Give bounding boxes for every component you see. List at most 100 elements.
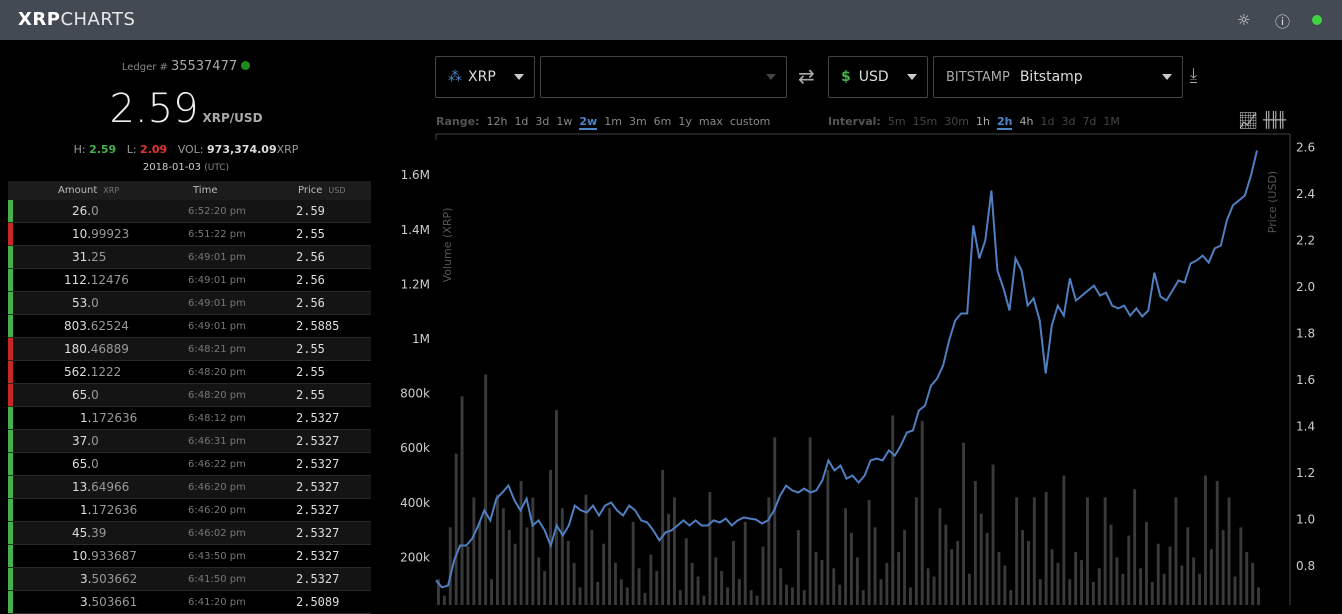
volume-bar <box>785 584 788 605</box>
price-tick-label: 1.8 <box>1296 327 1315 341</box>
volume-bar <box>968 573 971 605</box>
volume-bar <box>690 562 694 605</box>
volume-bar <box>979 513 983 605</box>
volume-bar <box>702 595 706 605</box>
volume-bar <box>466 546 470 605</box>
volume-bar <box>1145 521 1148 605</box>
volume-bar <box>956 541 960 605</box>
volume-bar <box>566 541 570 605</box>
volume-tick-label: 400k <box>400 496 430 510</box>
volume-tick-label: 1.2M <box>401 277 430 291</box>
price-tick-label: 0.8 <box>1296 559 1315 573</box>
volume-bar <box>507 530 511 605</box>
volume-bar <box>1056 562 1060 605</box>
volume-bar <box>932 576 936 605</box>
volume-bar <box>814 551 818 605</box>
volume-bar <box>826 470 830 605</box>
price-tick-label: 2.6 <box>1296 141 1315 155</box>
volume-bar <box>914 497 918 605</box>
volume-bar <box>1257 587 1260 605</box>
volume-bar <box>755 595 759 605</box>
volume-bar <box>973 480 977 605</box>
volume-bar <box>1198 573 1201 605</box>
price-volume-chart: 200k 400k 600k 800k 1M 1.2M 1.4M 1.6M 0.8 1.0 1.2 1… <box>400 133 1315 605</box>
volume-bar <box>1103 497 1107 605</box>
volume-bar <box>1015 497 1019 605</box>
volume-bar <box>732 541 735 605</box>
volume-bar <box>1109 524 1113 605</box>
volume-bar <box>749 590 753 605</box>
volume-bar <box>944 524 948 605</box>
volume-bar <box>484 374 488 605</box>
volume-tick-label: 1M <box>412 332 430 346</box>
volume-bar <box>673 497 676 605</box>
volume-bar <box>448 527 452 605</box>
volume-bar <box>442 595 446 605</box>
volume-bar <box>549 470 552 605</box>
volume-bar <box>501 508 505 605</box>
volume-bar <box>1050 549 1054 605</box>
price-tick-label: 2.2 <box>1296 234 1315 248</box>
volume-bar <box>637 568 641 605</box>
volume-bar <box>560 508 564 605</box>
volume-bar <box>820 560 824 605</box>
volume-bar <box>1180 565 1184 605</box>
volume-tick-label: 1.4M <box>401 223 430 237</box>
volume-bar <box>838 584 842 605</box>
volume-bar <box>667 513 670 605</box>
volume-bar <box>1150 581 1154 605</box>
volume-bar <box>796 530 800 605</box>
volume-bar <box>1068 579 1072 605</box>
volume-bar <box>555 409 558 605</box>
volume-bar <box>643 592 647 605</box>
volume-bar <box>832 568 836 605</box>
volume-bar <box>602 543 606 605</box>
volume-bar <box>962 442 965 605</box>
volume-bar <box>1233 576 1237 605</box>
volume-bar <box>490 579 493 605</box>
volume-bar <box>726 587 729 605</box>
volume-bar <box>454 453 458 605</box>
volume-bar <box>1009 590 1013 605</box>
volume-bar <box>885 562 889 605</box>
volume-bar <box>478 521 482 605</box>
volume-tick-label: 800k <box>400 387 430 401</box>
volume-bar <box>737 579 741 605</box>
volume-bar <box>1251 562 1255 605</box>
volume-bar <box>1115 557 1119 605</box>
volume-axis-title: Volume (XRP) <box>441 208 454 283</box>
volume-bar <box>903 530 906 605</box>
volume-bar <box>867 500 871 605</box>
volume-bar <box>802 590 806 605</box>
volume-bar <box>655 571 659 605</box>
volume-bar <box>873 527 877 605</box>
volume-bar <box>844 508 847 605</box>
volume-bar <box>537 557 541 605</box>
volume-bar <box>1227 497 1231 605</box>
volume-bar <box>773 437 777 605</box>
volume-bar <box>578 587 582 605</box>
volume-bar <box>1032 497 1036 605</box>
volume-bar <box>596 581 600 605</box>
volume-bar <box>519 480 523 605</box>
volume-bar <box>496 494 499 605</box>
volume-tick-label: 200k <box>400 550 430 564</box>
volume-bar <box>1139 568 1142 605</box>
volume-bar <box>808 437 812 605</box>
volume-bar <box>720 571 724 605</box>
volume-bar <box>1038 579 1042 605</box>
volume-bar <box>513 543 517 605</box>
volume-bar <box>608 508 611 605</box>
price-tick-label: 1.6 <box>1296 373 1315 387</box>
volume-bar <box>950 549 954 605</box>
volume-bar <box>543 571 547 605</box>
volume-bar <box>938 508 942 605</box>
volume-bar <box>926 568 930 605</box>
volume-bar <box>1021 530 1024 605</box>
volume-bar <box>1133 489 1137 605</box>
volume-bar <box>696 576 700 605</box>
price-tick-label: 1.0 <box>1296 513 1315 527</box>
volume-bar <box>1186 527 1190 605</box>
volume-bar <box>1086 497 1089 605</box>
volume-bar <box>1097 568 1101 605</box>
